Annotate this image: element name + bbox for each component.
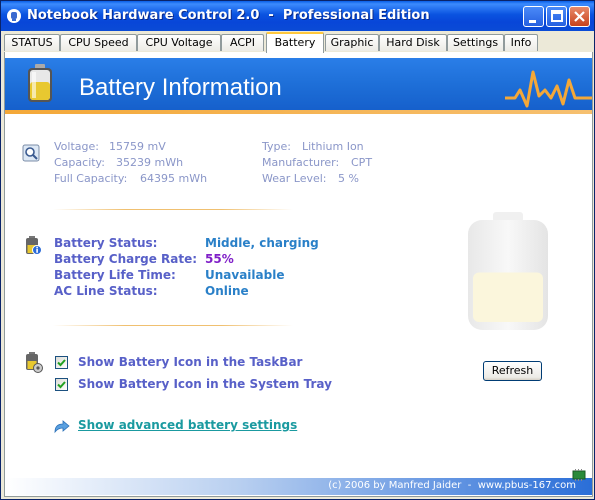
close-icon: [574, 11, 585, 22]
battery-icon: [28, 64, 52, 102]
title-bar[interactable]: Notebook Hardware Control 2.0 - Professi…: [1, 1, 594, 31]
voltage-label: Voltage:: [54, 140, 99, 153]
minimize-button[interactable]: [523, 6, 544, 27]
tab-info[interactable]: Info: [504, 34, 538, 51]
tab-cpu-voltage[interactable]: CPU Voltage: [137, 34, 221, 51]
battery-panel: Battery Information Voltage: 15759 mV Ca…: [4, 52, 593, 497]
capacity-value: 35239 mWh: [116, 156, 184, 169]
tab-cpu-speed[interactable]: CPU Speed: [60, 34, 137, 51]
taskbar-icon-checkbox[interactable]: [55, 356, 68, 369]
battery-level-graphic: [468, 212, 548, 330]
banner-stripe: [5, 110, 592, 114]
maximize-button[interactable]: [546, 6, 567, 27]
checkmark-icon: [57, 381, 66, 389]
manufacturer-label: Manufacturer:: [262, 156, 340, 169]
app-icon: [7, 9, 21, 23]
battery-status-label: Battery Status:: [54, 236, 158, 250]
charge-rate-label: Battery Charge Rate:: [54, 252, 198, 266]
taskbar-icon-label[interactable]: Show Battery Icon in the TaskBar: [78, 355, 302, 369]
pulse-graph-icon: [505, 70, 592, 108]
advanced-settings-link[interactable]: Show advanced battery settings: [78, 418, 297, 432]
separator: [53, 325, 293, 326]
capacity-label: Capacity:: [54, 156, 105, 169]
tab-bar: STATUS CPU Speed CPU Voltage ACPI Batter…: [4, 32, 592, 53]
app-window: Notebook Hardware Control 2.0 - Professi…: [0, 0, 595, 500]
type-label: Type:: [262, 140, 291, 153]
tab-status[interactable]: STATUS: [4, 34, 60, 51]
search-icon: [22, 144, 40, 162]
wear-level-value: 5 %: [338, 172, 359, 185]
close-button[interactable]: [569, 6, 590, 27]
tab-settings[interactable]: Settings: [447, 34, 504, 51]
wear-level-label: Wear Level:: [262, 172, 327, 185]
life-time-label: Battery Life Time:: [54, 268, 176, 282]
arrow-link-icon: [54, 420, 70, 434]
manufacturer-value: CPT: [351, 156, 373, 169]
minimize-icon: [529, 20, 536, 23]
ac-line-value: Online: [205, 284, 249, 298]
charge-rate-value: 55%: [205, 252, 234, 266]
ac-line-label: AC Line Status:: [54, 284, 158, 298]
full-capacity-value: 64395 mWh: [140, 172, 208, 185]
tab-graphic[interactable]: Graphic: [325, 34, 379, 51]
maximize-icon: [551, 10, 563, 22]
header-banner: Battery Information: [5, 58, 592, 110]
life-time-value: Unavailable: [205, 268, 285, 282]
checkmark-icon: [57, 359, 66, 367]
battery-settings-icon: [26, 352, 43, 373]
battery-fill-level: [473, 272, 543, 322]
tray-icon-checkbox[interactable]: [55, 378, 68, 391]
battery-status-value: Middle, charging: [205, 236, 319, 250]
footer-bar: (c) 2006 by Manfred Jaider - www.pbus-16…: [5, 478, 592, 495]
voltage-value: 15759 mV: [109, 140, 166, 153]
copyright-text: (c) 2006 by Manfred Jaider - www.pbus-16…: [328, 480, 576, 491]
type-value: Lithium Ion: [302, 140, 364, 153]
separator: [53, 209, 293, 210]
tab-acpi[interactable]: ACPI: [221, 34, 264, 51]
tray-icon-label[interactable]: Show Battery Icon in the System Tray: [78, 377, 332, 391]
refresh-button[interactable]: Refresh: [483, 361, 542, 381]
full-capacity-label: Full Capacity:: [54, 172, 128, 185]
tab-hard-disk[interactable]: Hard Disk: [379, 34, 447, 51]
chip-icon: [572, 469, 586, 481]
tab-battery[interactable]: Battery: [266, 32, 324, 53]
page-title: Battery Information: [79, 74, 282, 101]
window-title: Notebook Hardware Control 2.0 - Professi…: [27, 8, 430, 23]
battery-info-icon: [26, 236, 42, 255]
